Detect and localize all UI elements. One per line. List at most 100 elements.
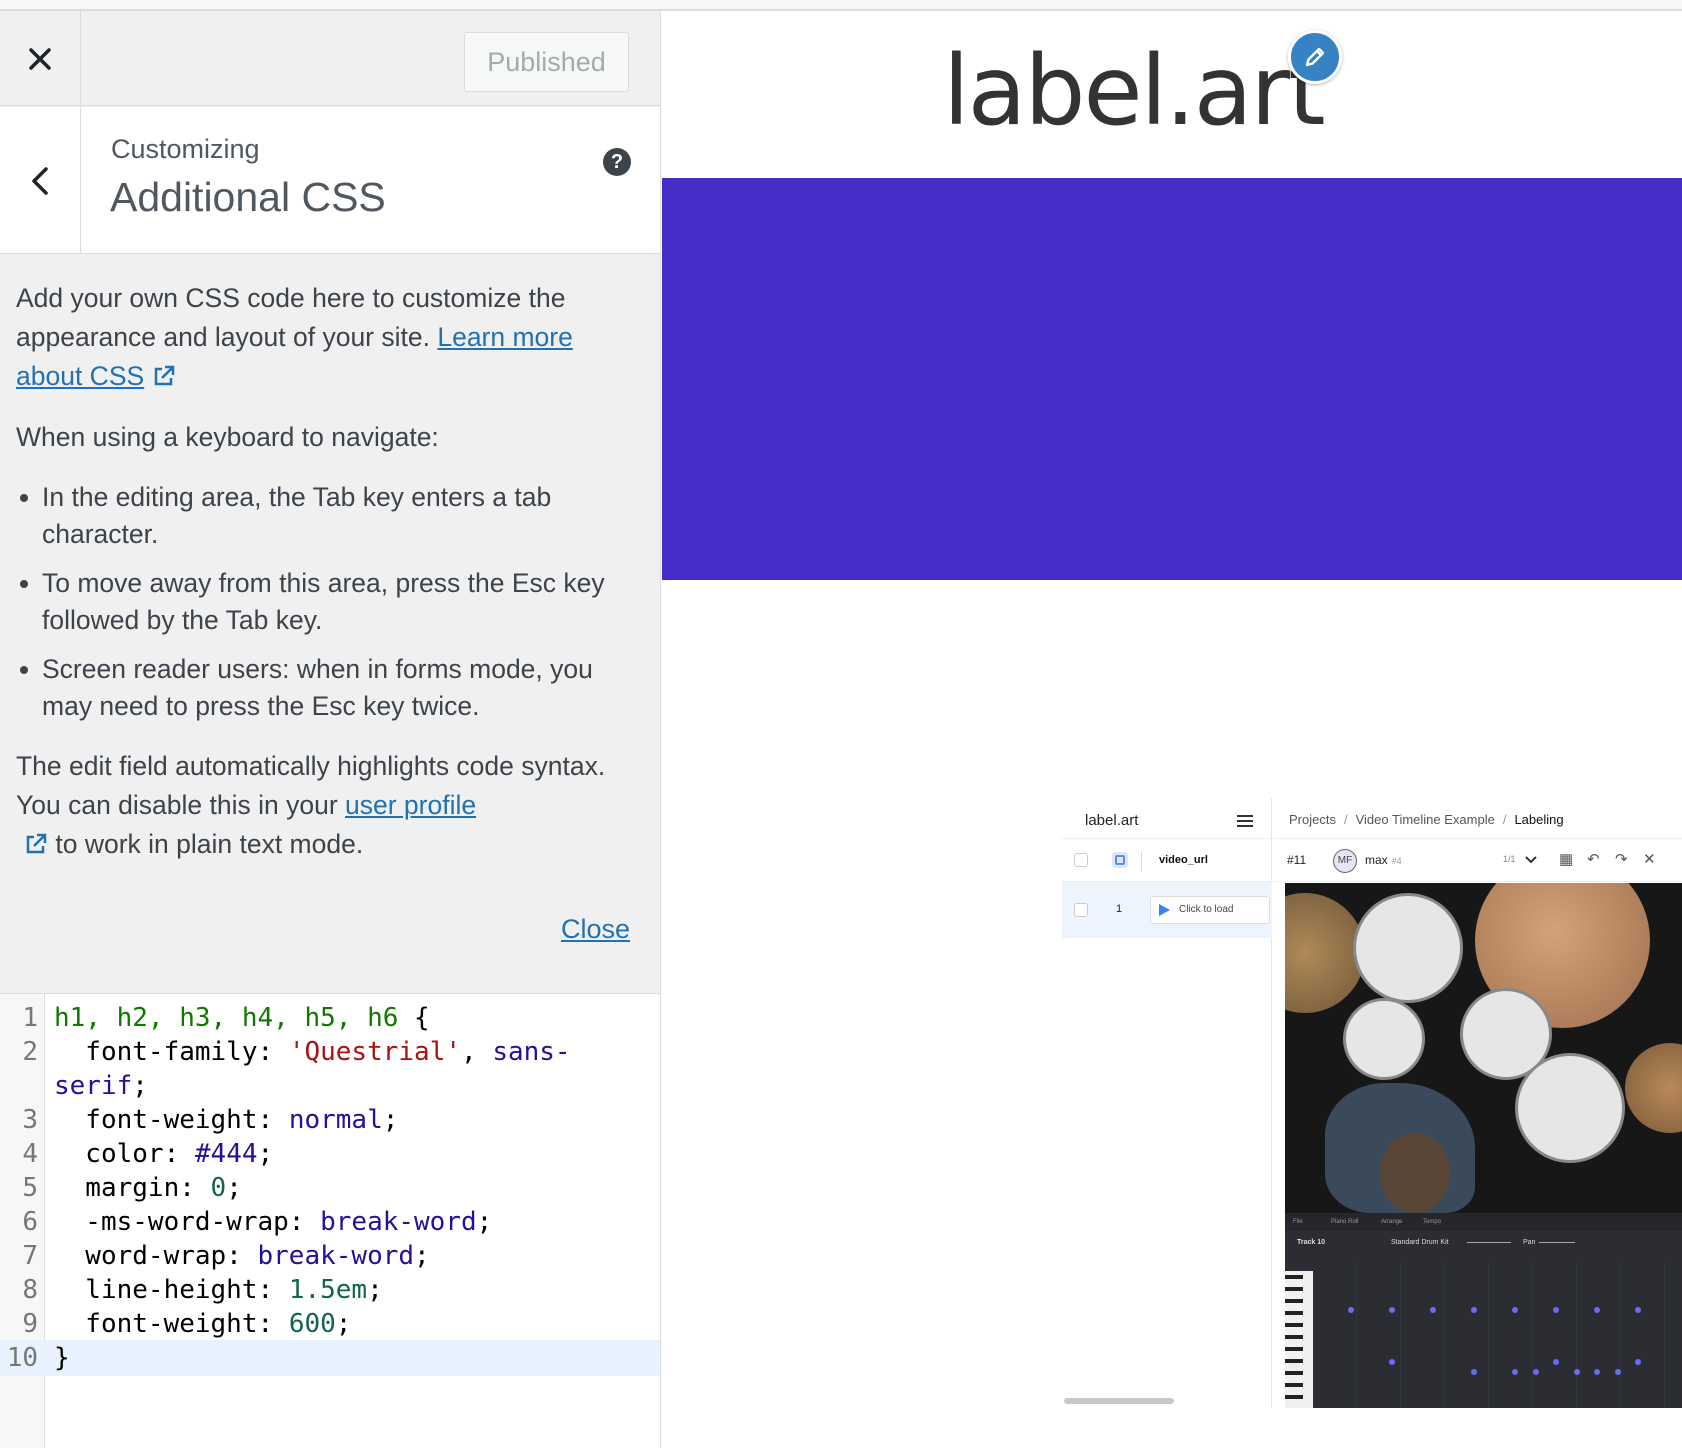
external-link-icon bbox=[154, 365, 174, 386]
user-profile-link[interactable]: user profile bbox=[345, 790, 476, 820]
volume-slider bbox=[1467, 1242, 1511, 1243]
scrollbar bbox=[1064, 1398, 1174, 1404]
section-subtitle: Customizing bbox=[111, 134, 260, 164]
table-header: video_url bbox=[1062, 838, 1272, 882]
close-description-link[interactable]: Close bbox=[561, 914, 630, 945]
close-customizer-button[interactable] bbox=[0, 11, 81, 106]
back-button[interactable] bbox=[0, 107, 81, 254]
note bbox=[1430, 1307, 1436, 1313]
task-toolbar: #11 MF max #4 1/1 ▦ ↶ ↷ ✕ bbox=[1273, 838, 1682, 882]
drummer-head bbox=[1380, 1133, 1450, 1213]
customizer-header: Published bbox=[0, 11, 660, 106]
published-button[interactable]: Published bbox=[464, 32, 629, 92]
section-description: Add your own CSS code here to customize … bbox=[16, 279, 646, 886]
site-logo[interactable]: label.art bbox=[943, 35, 1326, 147]
code-line: 9 font-weight: 600; bbox=[0, 1306, 660, 1342]
line-number: 3 bbox=[22, 1105, 38, 1135]
keyboard-tips-list: In the editing area, the Tab key enters … bbox=[16, 479, 646, 725]
breadcrumb: Projects / Video Timeline Example / Labeling bbox=[1289, 812, 1564, 827]
drum bbox=[1353, 893, 1463, 1003]
code-line-active: 10 } bbox=[0, 1340, 660, 1376]
line-number: 6 bbox=[22, 1207, 38, 1237]
undo-icon: ↶ bbox=[1587, 851, 1600, 868]
edit-shortcut-button[interactable] bbox=[1288, 30, 1342, 84]
timeline-tabs: File Piano Roll Arrange Tempo bbox=[1285, 1213, 1682, 1231]
user-name: max #4 bbox=[1365, 853, 1402, 867]
chevron-left-icon bbox=[32, 166, 48, 195]
avatar: MF bbox=[1333, 849, 1357, 873]
list-item: Screen reader users: when in forms mode,… bbox=[16, 651, 646, 725]
line-number: 7 bbox=[22, 1241, 38, 1271]
pencil-icon bbox=[1305, 47, 1325, 67]
row-checkbox bbox=[1074, 903, 1088, 917]
line-number: 1 bbox=[22, 1003, 38, 1033]
external-link-icon bbox=[26, 833, 47, 854]
hero-banner bbox=[662, 178, 1682, 580]
app-labeling-panel: Projects / Video Timeline Example / Labeling… bbox=[1273, 798, 1682, 1418]
list-item: To move away from this area, press the E… bbox=[16, 565, 646, 639]
note bbox=[1533, 1369, 1539, 1375]
grid-icon: ▦ bbox=[1559, 851, 1574, 868]
line-number: 4 bbox=[22, 1139, 38, 1169]
code-line: 7 word-wrap: break-word; bbox=[0, 1238, 660, 1274]
code-line: 6 -ms-word-wrap: break-word; bbox=[0, 1204, 660, 1240]
code-line: 4 color: #444; bbox=[0, 1136, 660, 1172]
play-icon bbox=[1159, 904, 1170, 916]
piano-keys bbox=[1285, 1271, 1313, 1408]
app-logo: label.art bbox=[1085, 812, 1139, 829]
code-line: 2 font-family: 'Questrial', sans- bbox=[0, 1034, 660, 1070]
code-line: 1 h1, h2, h3, h4, h5, h6 { bbox=[0, 1000, 660, 1036]
note bbox=[1389, 1307, 1395, 1313]
note bbox=[1348, 1307, 1354, 1313]
note bbox=[1471, 1307, 1477, 1313]
close-icon: ✕ bbox=[1643, 851, 1656, 868]
code-line: 5 margin: 0; bbox=[0, 1170, 660, 1206]
list-item: In the editing area, the Tab key enters … bbox=[16, 479, 646, 553]
note bbox=[1471, 1369, 1477, 1375]
note bbox=[1553, 1307, 1559, 1313]
site-preview: label.art label.art video_url 1 Click to… bbox=[662, 11, 1682, 1448]
columns-icon bbox=[1112, 852, 1128, 868]
video-frame bbox=[1285, 883, 1682, 1213]
select-all-checkbox bbox=[1074, 853, 1088, 867]
note-grid bbox=[1313, 1263, 1682, 1408]
close-icon bbox=[29, 47, 51, 70]
note bbox=[1594, 1307, 1600, 1313]
click-to-load-button: Click to load bbox=[1150, 896, 1270, 924]
note bbox=[1553, 1359, 1559, 1365]
line-number: 10 bbox=[6, 1343, 38, 1373]
pan-slider bbox=[1539, 1242, 1575, 1243]
line-number: 9 bbox=[22, 1309, 38, 1339]
chevron-down-icon bbox=[1525, 856, 1537, 864]
code-line: 8 line-height: 1.5em; bbox=[0, 1272, 660, 1308]
drum bbox=[1343, 998, 1425, 1080]
note bbox=[1389, 1359, 1395, 1365]
line-number: 5 bbox=[22, 1173, 38, 1203]
drum bbox=[1515, 1053, 1625, 1163]
row-number: 1 bbox=[1116, 903, 1123, 915]
section-title: Additional CSS bbox=[110, 174, 386, 220]
pager: 1/1 bbox=[1503, 854, 1516, 864]
line-number: 8 bbox=[22, 1275, 38, 1305]
syntax-paragraph: The edit field automatically highlights … bbox=[16, 751, 606, 859]
line-number: 2 bbox=[22, 1037, 38, 1067]
app-data-panel: label.art video_url 1 Click to load bbox=[1062, 798, 1272, 1408]
redo-icon: ↷ bbox=[1615, 851, 1628, 868]
column-header: video_url bbox=[1159, 854, 1208, 866]
note bbox=[1635, 1307, 1641, 1313]
help-icon[interactable]: ? bbox=[603, 148, 631, 176]
note bbox=[1512, 1307, 1518, 1313]
code-line-wrap: serif; bbox=[54, 1071, 148, 1101]
css-code-editor[interactable]: 1 h1, h2, h3, h4, h5, h6 { 2 font-family… bbox=[0, 993, 660, 1448]
note bbox=[1574, 1369, 1580, 1375]
track-header: Track 10 Standard Drum Kit Pan bbox=[1285, 1231, 1682, 1253]
keyboard-intro: When using a keyboard to navigate: bbox=[16, 422, 439, 452]
menu-icon bbox=[1237, 815, 1253, 827]
code-line: 3 font-weight: normal; bbox=[0, 1102, 660, 1138]
intro-paragraph: Add your own CSS code here to customize … bbox=[16, 283, 573, 391]
browser-top-edge bbox=[0, 0, 1682, 11]
cymbal bbox=[1625, 1043, 1682, 1133]
note bbox=[1594, 1369, 1600, 1375]
note bbox=[1615, 1369, 1621, 1375]
task-id: #11 bbox=[1287, 853, 1307, 867]
